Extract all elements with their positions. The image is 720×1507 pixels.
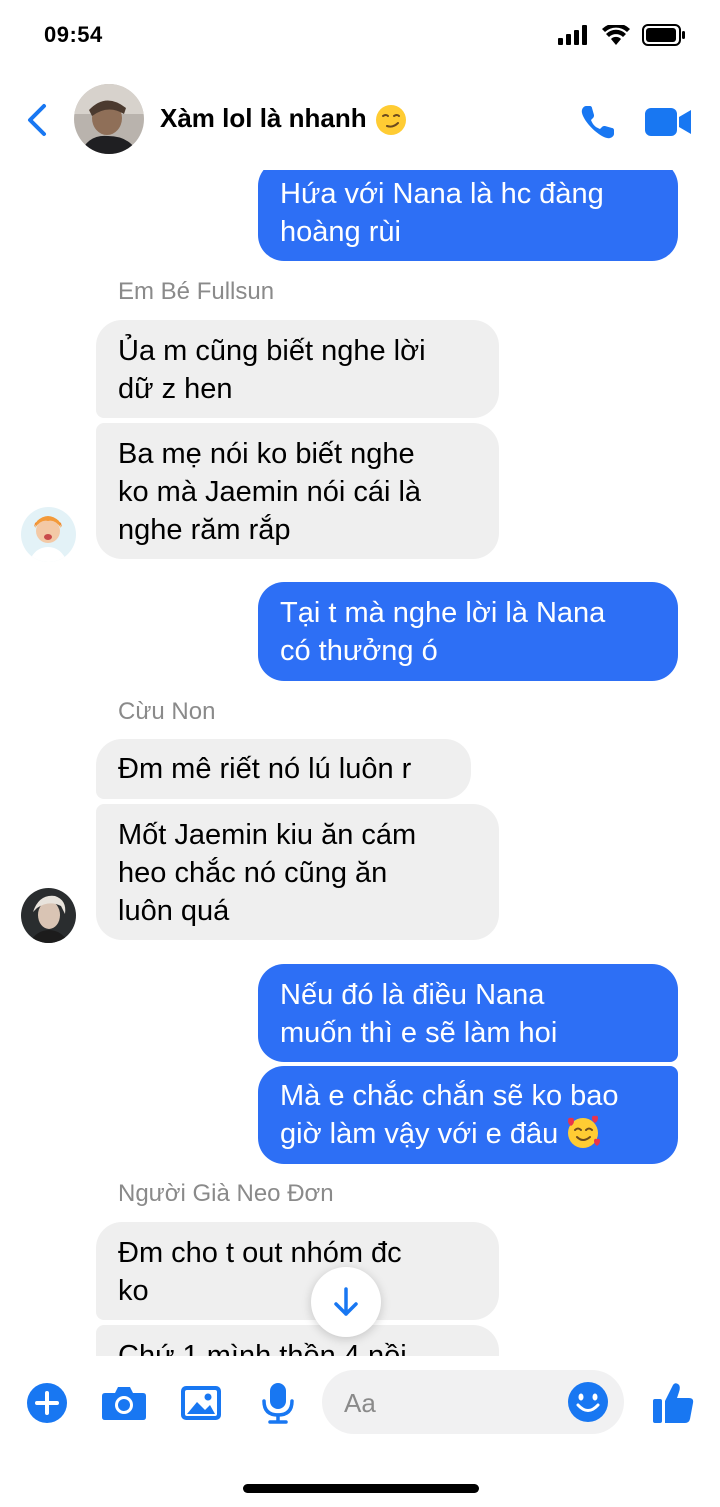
- message-line: luôn quá: [118, 895, 230, 927]
- message-input[interactable]: [342, 1384, 566, 1422]
- message-line: Mà e chắc chắn sẽ ko bao: [280, 1080, 619, 1112]
- scroll-to-bottom-button[interactable]: [311, 1267, 381, 1337]
- message-line: nghe răm rắp: [118, 514, 291, 546]
- signal-icon: [558, 25, 587, 45]
- camera-button[interactable]: [101, 1380, 147, 1426]
- message-input-wrapper: [322, 1370, 624, 1434]
- home-indicator: [243, 1484, 479, 1493]
- message-line: Ủa m cũng biết nghe lời: [118, 335, 426, 367]
- message-line: Hứa với Nana là hc đàng: [280, 178, 604, 210]
- back-icon: [28, 104, 46, 136]
- message-line: ko: [118, 1275, 149, 1307]
- audio-call-button[interactable]: [578, 102, 618, 142]
- sender-name: Em Bé Fullsun: [118, 278, 275, 305]
- like-button[interactable]: [650, 1378, 696, 1428]
- phone-icon: [581, 106, 614, 139]
- video-call-button[interactable]: [645, 102, 693, 142]
- gallery-button[interactable]: [178, 1380, 224, 1426]
- wifi-icon: [602, 25, 630, 45]
- sender-name: Người Già Neo Đơn: [118, 1180, 334, 1207]
- like-icon: [653, 1383, 694, 1423]
- message-line: heo chắc nó cũng ăn: [118, 857, 388, 889]
- message-line: giờ làm vậy với e đâu: [280, 1115, 656, 1153]
- incoming-message[interactable]: Mốt Jaemin kiu ăn cám heo chắc nó cũng ă…: [96, 804, 499, 940]
- incoming-message[interactable]: Đm cho t out nhóm đc ko: [96, 1222, 499, 1320]
- outgoing-message[interactable]: Tại t mà nghe lời là Nana có thưởng ó: [258, 582, 678, 681]
- status-time: 09:54: [44, 22, 103, 47]
- chat-title-text: Xàm lol là nhanh: [160, 103, 367, 133]
- message-line: Ba mẹ nói ko biết nghe: [118, 438, 415, 470]
- message-line: Đm cho t out nhóm đc: [118, 1237, 402, 1269]
- message-composer: [0, 1356, 720, 1456]
- sender-avatar-image: [21, 888, 76, 943]
- plus-icon: [27, 1383, 67, 1423]
- message-line: Tại t mà nghe lời là Nana: [280, 597, 606, 629]
- back-button[interactable]: [20, 100, 54, 140]
- message-line: hoàng rùi: [280, 216, 401, 248]
- incoming-message[interactable]: Ba mẹ nói ko biết nghe ko mà Jaemin nói …: [96, 423, 499, 559]
- mic-icon: [262, 1383, 294, 1424]
- outgoing-message[interactable]: Mà e chắc chắn sẽ ko bao giờ làm vậy với…: [258, 1066, 678, 1164]
- camera-icon: [102, 1387, 146, 1420]
- voice-message-button[interactable]: [255, 1380, 301, 1426]
- message-line: dữ z hen: [118, 373, 233, 405]
- sender-avatar[interactable]: [21, 888, 76, 943]
- emoji-button[interactable]: [566, 1380, 610, 1424]
- message-line: Nếu đó là điều Nana: [280, 979, 545, 1011]
- status-icons: [558, 24, 686, 46]
- incoming-message[interactable]: Chứ 1 mình thồn 4 nồi: [96, 1325, 499, 1356]
- message-list[interactable]: Hứa với Nana là hc đàng hoàng rùi Em Bé …: [0, 170, 720, 1356]
- message-line: Đm mê riết nó lú luôn r: [118, 753, 412, 785]
- chat-header: Xàm lol là nhanh: [0, 70, 720, 170]
- battery-icon: [642, 24, 685, 46]
- message-line: ko mà Jaemin nói cái là: [118, 476, 422, 508]
- scroll-down-arrow-icon: [334, 1287, 358, 1316]
- smiling-hearts-emoji: [568, 1115, 601, 1148]
- group-avatar[interactable]: [74, 84, 144, 154]
- group-avatar-image: [74, 84, 144, 154]
- status-bar: 09:54: [0, 0, 720, 70]
- video-icon: [645, 108, 691, 136]
- outgoing-message[interactable]: Nếu đó là điều Nana muốn thì e sẽ làm ho…: [258, 964, 678, 1062]
- message-line-text: giờ làm vậy với e đâu: [280, 1118, 559, 1150]
- smirk-emoji: [375, 105, 406, 136]
- incoming-message[interactable]: Ủa m cũng biết nghe lời dữ z hen: [96, 320, 499, 418]
- outgoing-message[interactable]: Hứa với Nana là hc đàng hoàng rùi: [258, 170, 678, 261]
- image-icon: [181, 1386, 221, 1420]
- message-line: Chứ 1 mình thồn 4 nồi: [118, 1340, 407, 1356]
- emoji-icon: [568, 1382, 608, 1422]
- chat-title[interactable]: Xàm lol là nhanh: [160, 103, 407, 136]
- incoming-message[interactable]: Đm mê riết nó lú luôn r: [96, 739, 471, 799]
- more-actions-button[interactable]: [24, 1380, 70, 1426]
- message-line: muốn thì e sẽ làm hoi: [280, 1017, 558, 1049]
- sender-avatar[interactable]: [21, 507, 76, 562]
- message-line: có thưởng ó: [280, 635, 438, 667]
- sender-avatar-image: [21, 507, 76, 562]
- sender-name: Cừu Non: [118, 698, 216, 725]
- message-line: Mốt Jaemin kiu ăn cám: [118, 819, 417, 851]
